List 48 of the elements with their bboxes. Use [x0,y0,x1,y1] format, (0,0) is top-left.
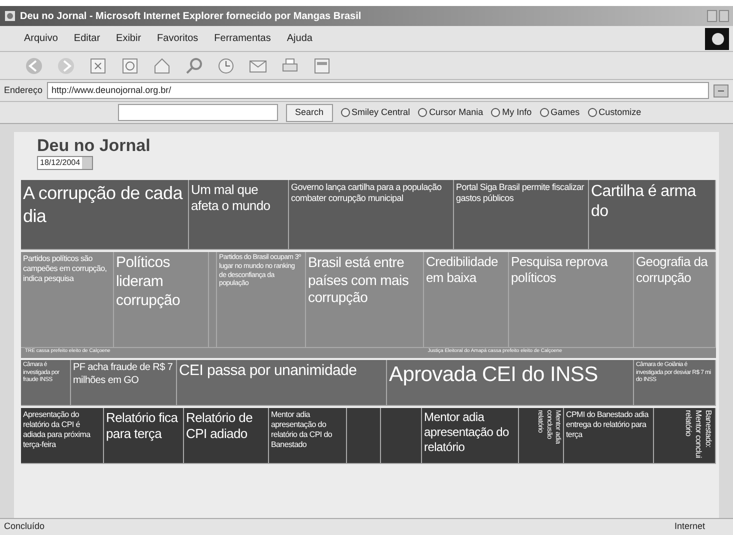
menu-item[interactable]: Exibir [116,31,142,46]
go-icon[interactable] [713,84,729,98]
headline-tile[interactable]: Banestado: Mentor conclui relatório [654,408,716,464]
headline-tile[interactable]: Relatório de CPI adiado [184,408,269,464]
toolbar-link[interactable]: My Info [491,106,532,120]
window-title: Deu no Jornal - Microsoft Internet Explorer fornecido por Mangas Brasil [20,10,362,24]
history-icon[interactable] [216,56,236,76]
headline-tile[interactable]: Portal Siga Brasil permite fiscalizar gastos públicos [454,180,589,250]
headline-tile[interactable]: Governo lança cartilha para a população combater corrupção municipal [289,180,454,250]
toolbar-link[interactable]: Cursor Mania [418,106,484,120]
headline-tile[interactable]: Relatório fica para terça [104,408,184,464]
menu-item[interactable]: Editar [74,31,100,46]
browser-icon [4,10,16,22]
search-button[interactable]: Search [286,104,333,122]
headline-tile[interactable]: Aprovada CEI do INSS [387,360,634,406]
headline-tile[interactable]: CEI passa por unanimidade [177,360,387,406]
menu-item[interactable]: Ajuda [286,31,312,46]
status-text: Concluído [4,520,45,534]
headline-tile[interactable]: Mentor adia apresentação do relatório [422,408,519,464]
menu-item[interactable]: Arquivo [24,31,58,46]
minimize-button[interactable] [707,10,717,22]
search-field[interactable] [118,104,278,121]
date-select[interactable]: 18/12/2004 [37,156,93,170]
maximize-button[interactable] [719,10,729,22]
headline-tile[interactable]: Mentor adia apresentação do relatório da CPI do Banestado [269,408,347,464]
forward-icon[interactable] [56,56,76,76]
home-icon[interactable] [152,56,172,76]
headline-tile[interactable] [209,252,217,348]
menu-item[interactable]: Ferramentas [214,31,271,46]
headline-tile[interactable]: Um mal que afeta o mundo [189,180,289,250]
toolbar-link[interactable]: Smiley Central [340,106,410,120]
address-label: Endereço [4,84,43,97]
headline-tile[interactable]: PF acha fraude de R$ 7 milhões em GO [71,360,177,406]
headline-tile[interactable]: A corrupção de cada dia [21,180,189,250]
menu-item[interactable]: Favoritos [157,31,198,46]
headline-tile[interactable] [347,408,381,464]
zone-text: Internet [674,520,705,534]
toolbar-link[interactable]: Games [540,106,580,120]
headline-tile[interactable]: Apresentação do relatório da CPI é adiada para próxima terça-feira [21,408,104,464]
page-title: Deu no Jornal [36,136,152,156]
headline-tile[interactable]: Cartilha é arma do [589,180,716,250]
toolbar-link[interactable]: Customize [588,106,642,120]
address-field[interactable]: http://www.deunojornal.org.br/ [46,82,709,99]
headline-tile[interactable]: CPMI do Banestado adia entrega do relatório para terça [564,408,654,464]
back-icon[interactable] [24,56,44,76]
search-icon[interactable] [184,56,204,76]
stop-icon[interactable] [88,56,108,76]
headline-tile[interactable] [381,408,422,464]
